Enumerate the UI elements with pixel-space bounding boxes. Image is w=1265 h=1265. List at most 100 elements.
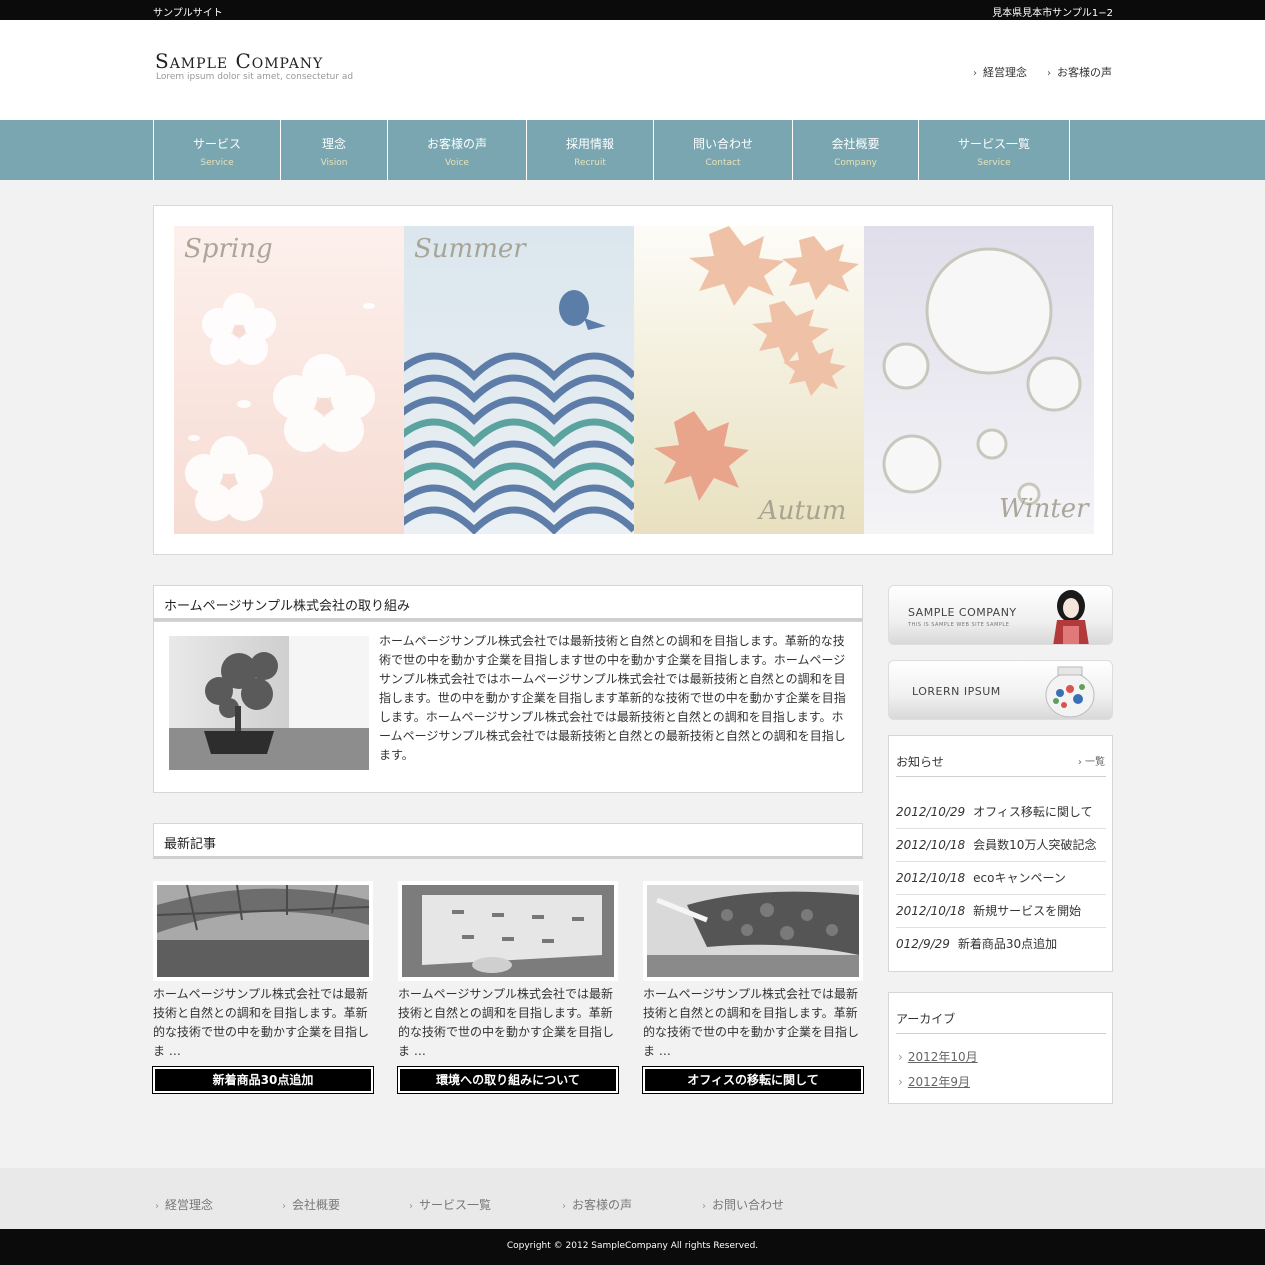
archive-link[interactable]: 2012年10月 [898,1048,978,1065]
news-date: 2012/10/29 [896,805,966,819]
latest-title: 最新記事 [164,837,217,852]
chevron-right-icon: › [1077,757,1085,768]
footer-link-company[interactable]: 会社概要 [282,1196,340,1213]
nav-item-service-list[interactable]: サービス一覧 Service [919,120,1070,180]
nav-label: サービス [192,137,241,151]
news-box: お知らせ › 一覧 2012/10/29 オフィス移転に関して 2012/10/1… [888,735,1113,972]
article-card: ホームページサンプル株式会社では最新技術と自然との調和を目指します。革新的な技術… [152,881,374,1094]
banner-title: LORERN IPSUM [912,685,1001,698]
snow-illustration [882,247,1082,506]
nav-sublabel: Service [977,158,1011,168]
archive-link[interactable]: 2012年9月 [898,1073,970,1090]
nav-label: お客様の声 [426,137,487,151]
news-date: 2012/10/18 [896,904,966,918]
news-more-link[interactable]: › 一覧 [1078,753,1105,768]
news-item[interactable]: 012/9/29 新着商品30点追加 [896,928,1106,961]
news-item[interactable]: 2012/10/18 ecoキャンペーン [896,862,1106,895]
article-thumbnail[interactable] [398,881,618,981]
news-text: 会員数10万人突破記念 [973,838,1097,852]
vase-image [1045,666,1095,718]
footer-link-voice[interactable]: お客様の声 [562,1196,632,1213]
news-date: 2012/10/18 [896,838,966,852]
season-label: Spring [184,234,273,264]
news-text: オフィス移転に関して [973,805,1093,819]
footer-link-contact[interactable]: お問い合わせ [702,1196,784,1213]
footer-link-service-list[interactable]: サービス一覧 [409,1196,491,1213]
article-thumbnail[interactable] [153,881,373,981]
nav-sublabel: Company [834,158,877,168]
nav-label: 理念 [321,137,346,151]
nav-item-company[interactable]: 会社概要 Company [793,120,919,180]
nav-sublabel: Vision [320,158,348,168]
article-excerpt: ホームページサンプル株式会社では最新技術と自然との調和を目指します。革新的な技術… [643,987,860,1058]
address: 見本県見本市サンプル1−2 [992,8,1113,19]
news-more-label: 一覧 [1085,757,1105,768]
top-bar: サンプルサイト 見本県見本市サンプル1−2 [0,0,1265,20]
nav-item-voice[interactable]: お客様の声 Voice [388,120,527,180]
season-label: Summer [414,234,526,264]
hero-panel-winter: Winter [864,226,1094,534]
article-thumbnail[interactable] [643,881,863,981]
latest-title-bar: 最新記事 [153,823,863,859]
header-link-philosophy[interactable]: 経営理念 [973,64,1027,80]
nav-item-recruit[interactable]: 採用情報 Recruit [527,120,654,180]
season-label: Autum [759,496,847,526]
nav-item-service[interactable]: サービス Service [154,120,281,180]
season-label: Winter [999,494,1089,524]
article-excerpt: ホームページサンプル株式会社では最新技術と自然との調和を目指します。革新的な技術… [398,987,615,1058]
bonsai-image [169,636,369,770]
banner-subtitle: THIS IS SAMPLE WEB SITE SAMPLE [908,622,1010,628]
article-button[interactable]: 環境への取り組みについて [397,1066,619,1094]
header-link-voice[interactable]: お客様の声 [1047,64,1112,80]
intro-title: ホームページサンプル株式会社の取り組み [164,599,410,614]
doll-image [1053,590,1089,644]
news-item[interactable]: 2012/10/29 オフィス移転に関して [896,796,1106,829]
nav-label: 会社概要 [831,137,880,151]
news-text: 新規サービスを開始 [973,904,1082,918]
news-text: ecoキャンペーン [973,871,1066,885]
hero-panel-autumn: Autum [634,226,864,534]
nav-item-contact[interactable]: 問い合わせ Contact [654,120,793,180]
nav-sublabel: Voice [445,158,469,168]
hero-panel-summer: Summer [404,226,634,534]
news-title: お知らせ [896,755,944,769]
logo-title[interactable]: Sample Company [155,49,323,73]
intro-title-bar: ホームページサンプル株式会社の取り組み [153,585,863,621]
hero-banner: Spring Summer Autum Winter [153,205,1113,555]
intro-box: ホームページサンプル株式会社では最新技術と自然との調和を目指します。革新的な技術… [153,621,863,793]
news-date: 012/9/29 [896,937,950,951]
news-text: 新着商品30点追加 [957,937,1058,951]
news-item[interactable]: 2012/10/18 新規サービスを開始 [896,895,1106,928]
maple-illustration [654,226,859,501]
copyright: Copyright © 2012 SampleCompany All right… [0,1229,1265,1265]
article-excerpt: ホームページサンプル株式会社では最新技術と自然との調和を目指します。革新的な技術… [153,987,370,1058]
news-item[interactable]: 2012/10/18 会員数10万人突破記念 [896,829,1106,862]
divider [896,776,1106,777]
sidebar-banner-company[interactable]: SAMPLE COMPANY THIS IS SAMPLE WEB SITE S… [888,585,1113,645]
sakura-illustration [185,293,375,521]
article-card: ホームページサンプル株式会社では最新技術と自然との調和を目指します。革新的な技術… [642,881,864,1094]
site-name: サンプルサイト [153,8,223,19]
article-card: ホームページサンプル株式会社では最新技術と自然との調和を目指します。革新的な技術… [397,881,619,1094]
archive-box: アーカイブ 2012年10月 2012年9月 [888,992,1113,1104]
intro-text: ホームページサンプル株式会社では最新技術と自然との調和を目指します。革新的な技術… [379,634,846,762]
logo-subtitle: Lorem ipsum dolor sit amet, consectetur … [156,72,354,82]
nav-label: サービス一覧 [957,137,1030,151]
sidebar-banner-lorem[interactable]: LORERN IPSUM [888,660,1113,720]
nav-sublabel: Service [200,158,234,168]
nav-item-vision[interactable]: 理念 Vision [281,120,388,180]
footer-link-philosophy[interactable]: 経営理念 [155,1196,213,1213]
news-date: 2012/10/18 [896,871,966,885]
nav-sublabel: Contact [705,158,741,168]
footer: 経営理念 会社概要 サービス一覧 お客様の声 お問い合わせ [0,1168,1265,1229]
article-button[interactable]: オフィスの移転に関して [642,1066,864,1094]
header: Sample Company Lorem ipsum dolor sit ame… [0,20,1265,120]
archive-title: アーカイブ [896,1012,956,1026]
main-nav: サービス Service 理念 Vision お客様の声 Voice 採用情報 … [0,120,1265,180]
nav-label: 採用情報 [565,137,614,151]
divider [896,1033,1106,1034]
article-button[interactable]: 新着商品30点追加 [152,1066,374,1094]
wave-illustration [404,290,634,534]
banner-title: SAMPLE COMPANY [908,606,1017,619]
hero-panel-spring: Spring [174,226,404,534]
